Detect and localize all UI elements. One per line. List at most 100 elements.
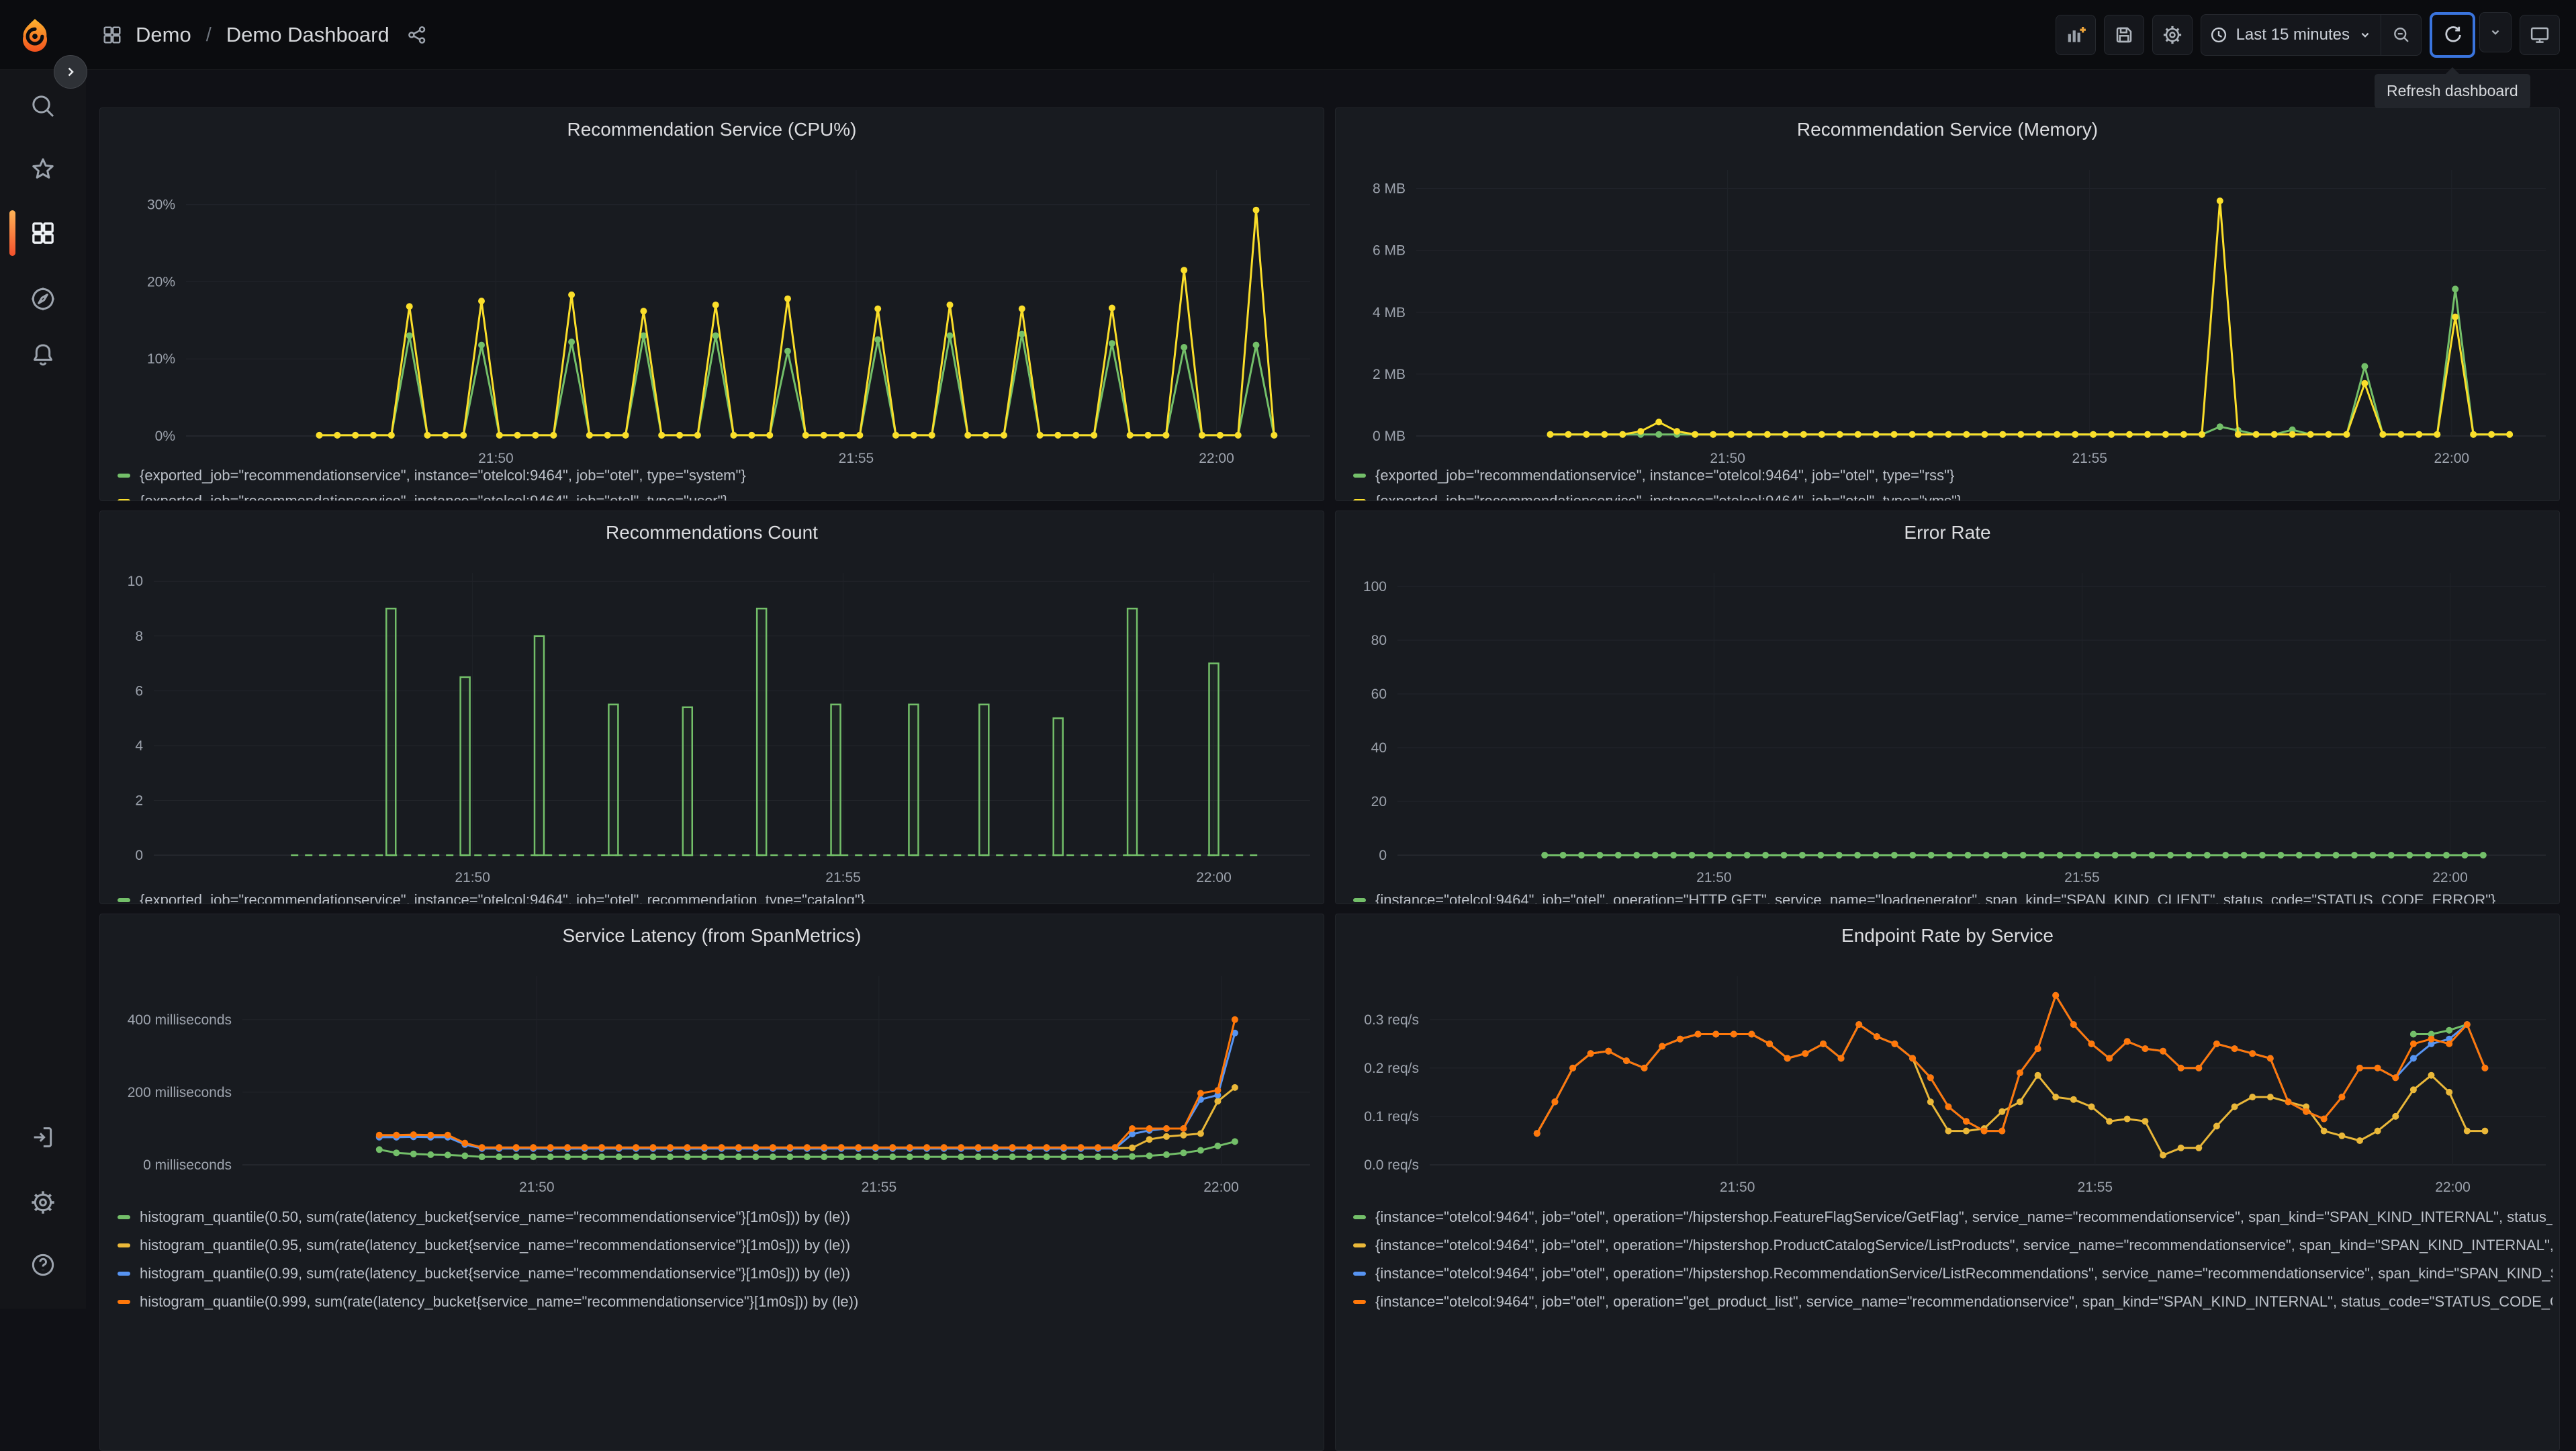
chevron-down-icon [2491,30,2499,35]
panel-recommendation-memory[interactable]: 0 MB 2 MB 4 MB 6 MB 8 MB 21:50 21:55 22:00 Reco… [1335,107,2560,501]
legend-item[interactable]: {exported_job="recommendationservice", i… [118,463,1317,488]
breadcrumb-page-title[interactable]: Demo Dashboard [226,23,389,47]
legend-label: {instance="otelcol:9464", job="otel", op… [1375,1265,2552,1282]
time-controls-group: Last 15 minutes [2200,14,2422,56]
svg-text:0 MB: 0 MB [1373,429,1406,444]
panel-service-latency[interactable]: 0 milliseconds 200 milliseconds 400 millis… [99,914,1324,1451]
svg-text:22:00: 22:00 [1196,870,1232,885]
panel-legend: {exported_job="recommendationservice", i… [1353,463,2552,500]
chart: 0 2 4 6 8 10 21:50 21:55 22:00 [100,511,1324,904]
legend-swatch [1353,898,1366,902]
panel-recommendation-cpu[interactable]: 0% 10% 20% 30% 21:50 21:55 22:00 Recommendatio… [99,107,1324,501]
legend-item[interactable]: {exported_job="recommendationservice", i… [118,488,1317,500]
svg-text:20%: 20% [147,274,175,290]
legend-item[interactable]: {exported_job="recommendationservice", i… [1353,488,2552,500]
breadcrumb: Demo / Demo Dashboard [102,0,427,70]
svg-text:0.1 req/s: 0.1 req/s [1364,1109,1419,1125]
sidebar-item-alerting[interactable] [0,322,86,387]
grafana-logo[interactable] [17,17,52,52]
panel-endpoint-rate[interactable]: 0.0 req/s 0.1 req/s 0.2 req/s 0.3 req/s 21:5… [1335,914,2560,1451]
legend-swatch [1353,1300,1366,1304]
svg-text:6: 6 [135,683,143,699]
refresh-button[interactable] [2432,15,2473,55]
save-dashboard-button[interactable] [2103,15,2144,55]
refresh-interval-dropdown[interactable] [2479,12,2512,52]
svg-text:0%: 0% [155,429,175,444]
legend-item[interactable]: {instance="otelcol:9464", job="otel", op… [1353,1231,2552,1260]
legend-label: {exported_job="recommendationservice", i… [140,891,866,904]
star-icon [32,158,54,179]
legend-item[interactable]: {exported_job="recommendationservice", i… [118,887,1317,904]
legend-item[interactable]: histogram_quantile(0.50, sum(rate(latenc… [118,1203,1317,1231]
dashboards-grid-icon [102,25,122,45]
svg-text:2 MB: 2 MB [1373,367,1406,382]
sidebar-item-explore[interactable] [0,267,86,331]
svg-text:30%: 30% [147,197,175,213]
legend-swatch [118,499,130,500]
legend-item[interactable]: {exported_job="recommendationservice", i… [1353,463,2552,488]
breadcrumb-separator: / [205,24,212,46]
time-range-picker[interactable]: Last 15 minutes [2201,15,2381,55]
svg-text:8: 8 [135,629,143,644]
svg-text:21:50: 21:50 [455,870,490,885]
add-panel-button[interactable] [2055,15,2096,55]
svg-text:22:00: 22:00 [1203,1180,1239,1195]
svg-text:21:55: 21:55 [825,870,861,885]
svg-text:0 milliseconds: 0 milliseconds [143,1157,232,1173]
svg-text:400 milliseconds: 400 milliseconds [128,1012,232,1028]
svg-text:4 MB: 4 MB [1373,305,1406,320]
panel-recommendations-count[interactable]: 0 2 4 6 8 10 21:50 21:55 22:00 Recommendations C… [99,511,1324,904]
panel-title[interactable]: Endpoint Rate by Service [1336,925,2559,947]
sidebar-item-server-admin[interactable] [0,1170,86,1235]
panel-title[interactable]: Service Latency (from SpanMetrics) [100,925,1324,947]
sidebar-expand-button[interactable] [54,55,87,89]
svg-text:100: 100 [1363,579,1387,595]
refresh-button-outline [2430,12,2475,58]
sidebar-item-starred[interactable] [0,138,86,202]
sidebar-item-help[interactable] [0,1233,86,1297]
compass-icon [32,288,54,310]
bell-icon [34,344,52,366]
legend-swatch [1353,474,1366,478]
chart: 0 20 40 60 80 100 21:50 21:55 22:00 [1336,511,2559,904]
legend-item[interactable]: histogram_quantile(0.95, sum(rate(latenc… [118,1231,1317,1260]
legend-label: {instance="otelcol:9464", job="otel", op… [1375,1293,2552,1310]
panel-title[interactable]: Recommendation Service (CPU%) [100,119,1324,140]
panel-title[interactable]: Error Rate [1336,522,2559,543]
legend-item[interactable]: histogram_quantile(0.99, sum(rate(latenc… [118,1260,1317,1288]
chart: 0 milliseconds 200 milliseconds 400 millis… [100,914,1324,1450]
panel-legend: {instance="otelcol:9464", job="otel", op… [1353,887,2552,904]
dashboard-toolbar: Last 15 minutes [2055,0,2560,70]
svg-text:0.2 req/s: 0.2 req/s [1364,1061,1419,1076]
svg-text:0.0 req/s: 0.0 req/s [1364,1157,1419,1173]
chevron-right-icon [68,67,74,77]
sign-in-icon [34,1127,52,1147]
svg-text:40: 40 [1371,740,1387,756]
tooltip-refresh-dashboard: Refresh dashboard [2375,67,2530,108]
panel-title[interactable]: Recommendations Count [100,522,1324,543]
svg-text:0.3 req/s: 0.3 req/s [1364,1012,1419,1028]
legend-item[interactable]: {instance="otelcol:9464", job="otel", op… [1353,1260,2552,1288]
legend-label: histogram_quantile(0.999, sum(rate(laten… [140,1293,859,1310]
legend-swatch [1353,1243,1366,1247]
legend-item[interactable]: {instance="otelcol:9464", job="otel", op… [1353,1203,2552,1231]
svg-text:22:00: 22:00 [2435,1180,2471,1195]
dashboard-settings-button[interactable] [2152,15,2193,55]
sidebar-item-sign-in[interactable] [0,1105,86,1170]
share-icon[interactable] [407,25,427,45]
zoom-out-time-button[interactable] [2381,15,2421,55]
legend-label: histogram_quantile(0.95, sum(rate(latenc… [140,1237,851,1254]
sidebar-item-dashboards[interactable] [0,201,86,265]
legend-item[interactable]: histogram_quantile(0.999, sum(rate(laten… [118,1288,1317,1316]
kiosk-mode-button[interactable] [2520,15,2560,55]
search-icon [32,95,54,118]
panel-legend: histogram_quantile(0.50, sum(rate(latenc… [118,1203,1317,1316]
breadcrumb-section[interactable]: Demo [136,23,191,47]
legend-item[interactable]: {instance="otelcol:9464", job="otel", op… [1353,1288,2552,1316]
chevron-down-icon [2361,32,2369,38]
legend-item[interactable]: {instance="otelcol:9464", job="otel", op… [1353,887,2552,904]
gear-icon [32,1191,54,1214]
panel-title[interactable]: Recommendation Service (Memory) [1336,119,2559,140]
svg-text:21:50: 21:50 [1696,870,1732,885]
panel-error-rate[interactable]: 0 20 40 60 80 100 21:50 21:55 22:00 Error Rate {… [1335,511,2560,904]
